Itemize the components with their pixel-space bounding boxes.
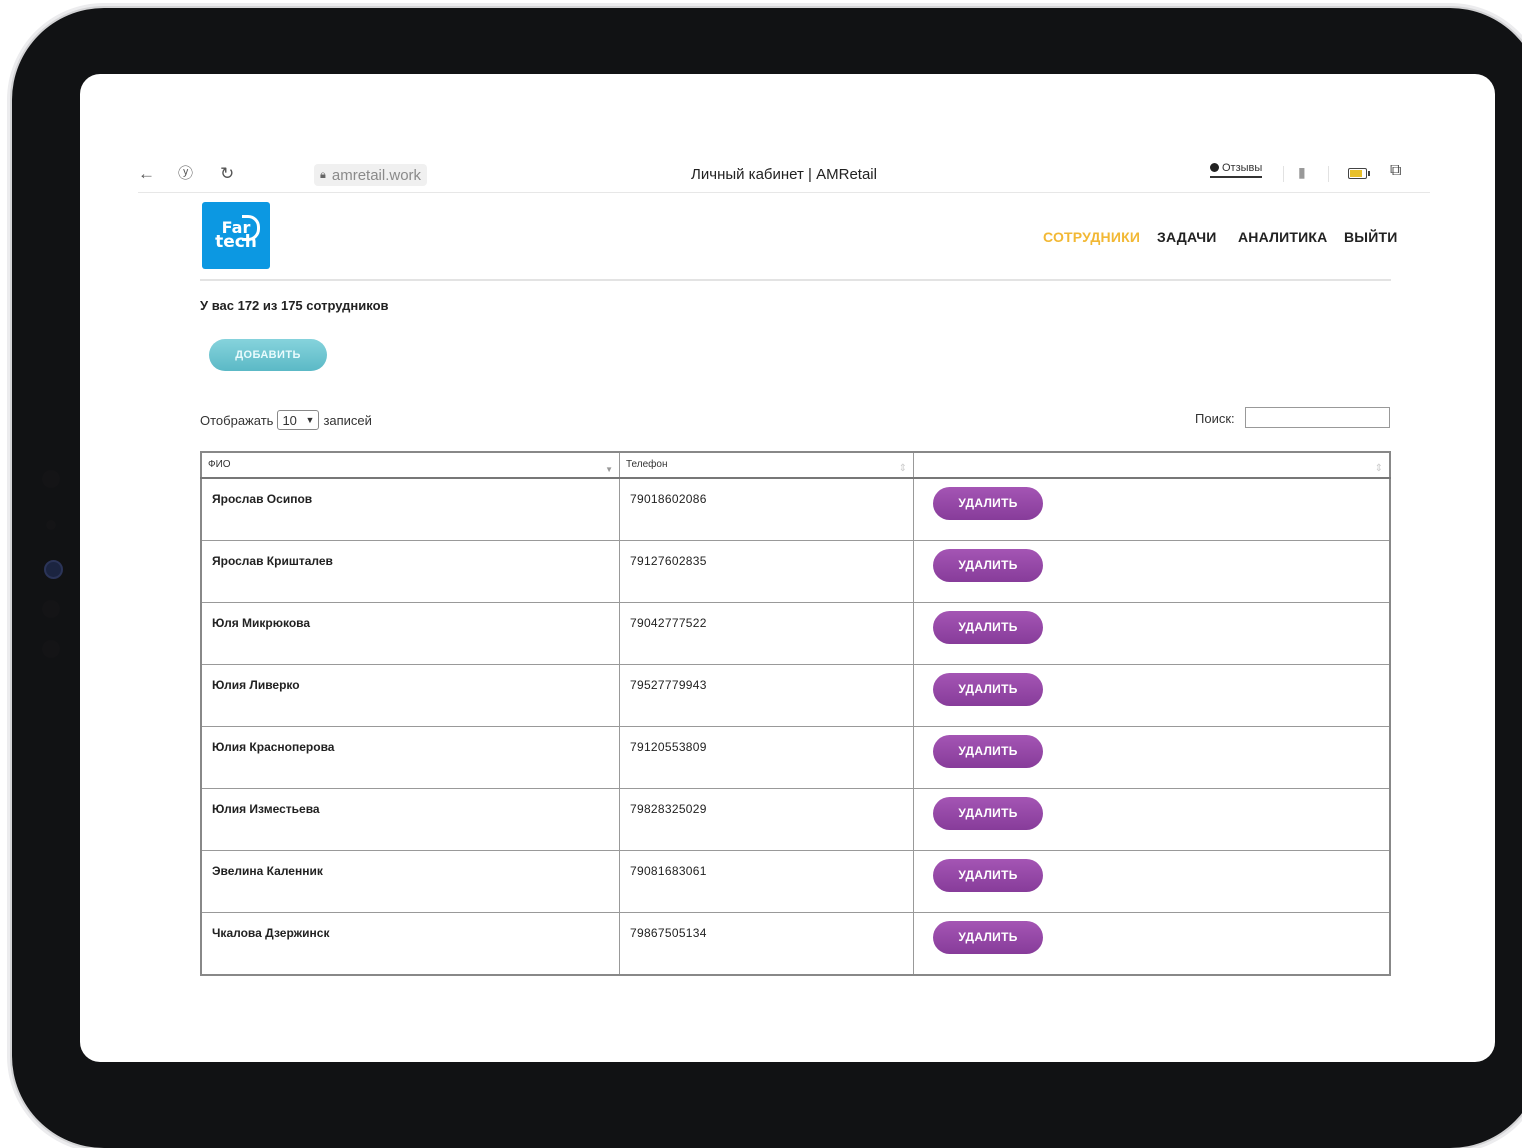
- nav-employees[interactable]: СОТРУДНИКИ: [1043, 229, 1140, 245]
- employee-name: Юлия Краснoперова: [200, 726, 620, 789]
- employee-name: Юля Микрюкова: [200, 602, 620, 665]
- employee-name: Эвелина Каленник: [200, 850, 620, 913]
- table-row: Юлия Изместьева 79828325029 УДАЛИТЬ: [200, 788, 1391, 851]
- actions-cell: УДАЛИТЬ: [913, 850, 1391, 913]
- actions-cell: УДАЛИТЬ: [913, 664, 1391, 727]
- column-header-phone-label: Телефон: [626, 459, 668, 470]
- feedback-label: Отзывы: [1222, 162, 1263, 174]
- delete-button[interactable]: УДАЛИТЬ: [933, 549, 1043, 582]
- table-row: Ярослав Осипов 79018602086 УДАЛИТЬ: [200, 477, 1391, 541]
- employee-name: Ярослав Кришталев: [200, 540, 620, 603]
- employee-phone: 79120553809: [619, 726, 914, 789]
- page-length-value: 10: [282, 412, 297, 428]
- header-divider: [200, 279, 1391, 281]
- table-row: Юля Микрюкова 79042777522 УДАЛИТЬ: [200, 602, 1391, 665]
- column-header-name-label: ФИО: [208, 459, 231, 470]
- delete-button[interactable]: УДАЛИТЬ: [933, 797, 1043, 830]
- actions-cell: УДАЛИТЬ: [913, 540, 1391, 603]
- employee-phone: 79081683061: [619, 850, 914, 913]
- tablet-frame: ← ⓨ ↻ 🔒︎ amretail.work Личный кабинет | …: [12, 8, 1522, 1148]
- sensor-dot: [42, 640, 60, 658]
- employee-name: Ярослав Осипов: [200, 477, 620, 541]
- employee-name: Чкалова Дзержинск: [200, 912, 620, 976]
- employee-phone: 79527779943: [619, 664, 914, 727]
- divider: [1328, 166, 1329, 182]
- table-row: Эвелина Каленник 79081683061 УДАЛИТЬ: [200, 850, 1391, 913]
- table-row: Юлия Ливерко 79527779943 УДАЛИТЬ: [200, 664, 1391, 727]
- feedback-bubble-icon: [1210, 163, 1219, 172]
- divider: [1283, 166, 1284, 182]
- battery-icon: [1348, 168, 1370, 179]
- actions-cell: УДАЛИТЬ: [913, 477, 1391, 541]
- browser-toolbar: ← ⓨ ↻ 🔒︎ amretail.work Личный кабинет | …: [138, 160, 1430, 193]
- delete-button[interactable]: УДАЛИТЬ: [933, 735, 1043, 768]
- sensor-dot: [42, 470, 60, 488]
- search-label: Поиск:: [1195, 411, 1235, 426]
- employee-phone: 79042777522: [619, 602, 914, 665]
- table-row: Чкалова Дзержинск 79867505134 УДАЛИТЬ: [200, 912, 1391, 976]
- feedback-link[interactable]: Отзывы: [1210, 162, 1263, 178]
- extension-icon[interactable]: ⧉: [1390, 162, 1401, 180]
- actions-cell: УДАЛИТЬ: [913, 726, 1391, 789]
- nav-analytics[interactable]: АНАЛИТИКА: [1238, 229, 1327, 245]
- add-employee-button[interactable]: ДОБАВИТЬ: [209, 339, 327, 371]
- nav-tasks[interactable]: ЗАДАЧИ: [1157, 229, 1217, 245]
- screen: ← ⓨ ↻ 🔒︎ amretail.work Личный кабинет | …: [80, 74, 1495, 1062]
- employee-phone: 79867505134: [619, 912, 914, 976]
- search-input[interactable]: [1245, 407, 1390, 428]
- delete-button[interactable]: УДАЛИТЬ: [933, 487, 1043, 520]
- employee-phone: 79828325029: [619, 788, 914, 851]
- employee-count: У вас 172 из 175 сотрудников: [200, 298, 389, 313]
- chevron-down-icon: ▼: [305, 415, 315, 425]
- fartech-logo[interactable]: Far tech: [202, 202, 270, 269]
- camera-icon: [44, 560, 63, 579]
- bookmark-icon[interactable]: ▮: [1298, 164, 1306, 181]
- page-length-control: Отображать 10 ▼ записей: [200, 410, 372, 430]
- actions-cell: УДАЛИТЬ: [913, 602, 1391, 665]
- sensor-dot: [46, 520, 56, 530]
- employee-phone: 79018602086: [619, 477, 914, 541]
- delete-button[interactable]: УДАЛИТЬ: [933, 611, 1043, 644]
- column-header-phone[interactable]: Телефон ⇕: [619, 451, 914, 479]
- column-header-name[interactable]: ФИО ▼: [200, 451, 620, 479]
- actions-cell: УДАЛИТЬ: [913, 912, 1391, 976]
- logo-text-line2: tech: [215, 232, 257, 252]
- sensor-dot: [42, 600, 60, 618]
- page-length-select[interactable]: 10 ▼: [277, 410, 320, 430]
- delete-button[interactable]: УДАЛИТЬ: [933, 859, 1043, 892]
- delete-button[interactable]: УДАЛИТЬ: [933, 673, 1043, 706]
- length-prefix: Отображать: [200, 412, 274, 428]
- employee-name: Юлия Изместьева: [200, 788, 620, 851]
- employee-name: Юлия Ливерко: [200, 664, 620, 727]
- employees-table: ФИО ▼ Телефон ⇕ ⇕ Ярослав Осипов 7901860…: [200, 451, 1391, 976]
- column-header-actions[interactable]: ⇕: [913, 451, 1391, 479]
- delete-button[interactable]: УДАЛИТЬ: [933, 921, 1043, 954]
- table-row: Ярослав Кришталев 79127602835 УДАЛИТЬ: [200, 540, 1391, 603]
- employee-phone: 79127602835: [619, 540, 914, 603]
- table-row: Юлия Краснoперова 79120553809 УДАЛИТЬ: [200, 726, 1391, 789]
- nav-logout[interactable]: ВЫЙТИ: [1344, 229, 1398, 245]
- length-suffix: записей: [323, 412, 372, 428]
- actions-cell: УДАЛИТЬ: [913, 788, 1391, 851]
